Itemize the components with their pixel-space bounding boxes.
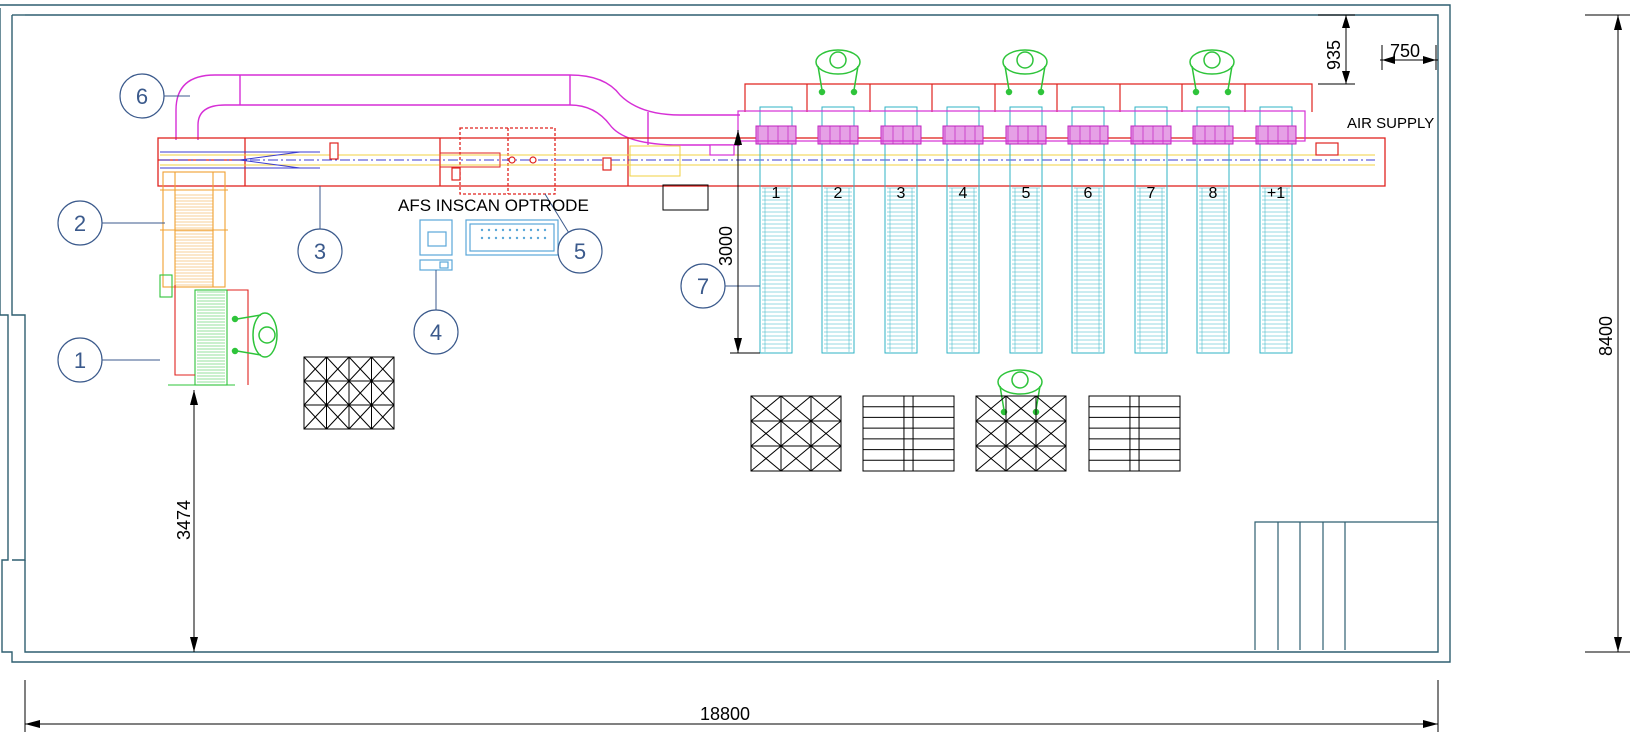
indicator-dot — [522, 236, 526, 240]
chute-6 — [1067, 106, 1109, 354]
return-loop-conveyor — [175, 74, 740, 146]
pallets — [303, 356, 1181, 472]
indicator-dot — [529, 228, 533, 232]
chute-9 — [1255, 106, 1297, 354]
indicator-dot — [536, 236, 540, 240]
indicator-dot — [508, 236, 512, 240]
indicator-dot — [543, 228, 547, 232]
chute-number: 7 — [1147, 185, 1156, 202]
induction-belt — [159, 274, 235, 386]
callout-2: 2 — [57, 200, 165, 246]
pallet-stack — [750, 395, 842, 472]
callout-6: 6 — [119, 73, 190, 119]
optrode-lights — [480, 228, 547, 240]
chute-number: 3 — [897, 185, 906, 202]
indicator-dot — [529, 236, 533, 240]
operator-figure — [1002, 49, 1048, 96]
sorter-track — [160, 145, 1375, 177]
indicator-dot — [522, 228, 526, 232]
indicator-dot — [501, 228, 505, 232]
indicator-dot — [536, 228, 540, 232]
chute-5 — [1005, 106, 1047, 354]
callout-number: 1 — [74, 348, 86, 373]
operator-spacing-dim: 750 — [1390, 41, 1420, 61]
dock-doors — [1254, 521, 1438, 650]
indicator-dot — [494, 228, 498, 232]
chute-number: 8 — [1209, 185, 1218, 202]
chute-numbers: 1 2 3 4 5 6 7 8 +1 — [772, 185, 1286, 202]
indicator-dot — [515, 228, 519, 232]
overall-width-dim: 8400 — [1596, 316, 1616, 356]
indicator-dot — [508, 228, 512, 232]
chute-number: 2 — [834, 185, 843, 202]
chute-4 — [942, 106, 984, 354]
chute-length-dim: 3000 — [716, 226, 736, 266]
chute-2 — [817, 106, 859, 354]
pallet-stack — [303, 356, 395, 430]
indicator-dot — [480, 228, 484, 232]
callout-number: 2 — [74, 211, 86, 236]
indicator-dot — [487, 236, 491, 240]
callout-3: 3 — [297, 186, 343, 274]
afs-inscan-label: AFS INSCAN OPTRODE — [398, 196, 589, 215]
operator-figure — [815, 49, 861, 96]
indicator-dot — [480, 236, 484, 240]
chute-number: 1 — [772, 185, 781, 202]
callout-number: 4 — [430, 320, 442, 345]
chute-1 — [755, 106, 797, 354]
callout-1: 1 — [57, 337, 160, 383]
indicator-dot — [494, 236, 498, 240]
callout-number: 5 — [574, 239, 586, 264]
inscan-equipment — [419, 219, 559, 271]
indicator-dot — [543, 236, 547, 240]
chute-number: 6 — [1084, 185, 1093, 202]
indicator-dot — [501, 236, 505, 240]
callout-4: 4 — [413, 270, 459, 355]
chute-bank — [755, 106, 1297, 354]
photo-sensors — [329, 142, 1339, 181]
operator-figure — [231, 312, 278, 358]
chute-3 — [880, 106, 922, 354]
chute-number: +1 — [1267, 185, 1285, 202]
infeed-offset-dim: 3474 — [174, 500, 194, 540]
callout-7: 7 — [680, 263, 760, 309]
indicator-dot — [487, 228, 491, 232]
chute-number: 5 — [1022, 185, 1031, 202]
indicator-dot — [515, 236, 519, 240]
frame-offset-dim: 935 — [1324, 40, 1344, 70]
empty-pallet — [862, 395, 955, 472]
callout-number: 7 — [697, 274, 709, 299]
overall-length-dim: 18800 — [700, 704, 750, 724]
layout-drawing: 1 2 3 4 5 6 7 8 +1 1234567 AFS INSCAN OPTRODE AI — [0, 4, 1630, 732]
chute-header-frame — [744, 83, 1313, 112]
pallet-stack — [975, 395, 1067, 472]
callout-number: 6 — [136, 84, 148, 109]
chute-number: 4 — [959, 185, 968, 202]
infeed-rollers — [175, 194, 213, 286]
building-walls — [0, 4, 1451, 663]
induction-rollers — [197, 291, 225, 383]
chute-8 — [1192, 106, 1234, 354]
air-supply-label: AIR SUPPLY — [1347, 115, 1434, 132]
control-cabinet — [662, 184, 709, 211]
chute-7 — [1130, 106, 1172, 354]
empty-pallet — [1088, 395, 1181, 472]
callout-number: 3 — [314, 239, 326, 264]
operator-figure — [1189, 49, 1235, 96]
